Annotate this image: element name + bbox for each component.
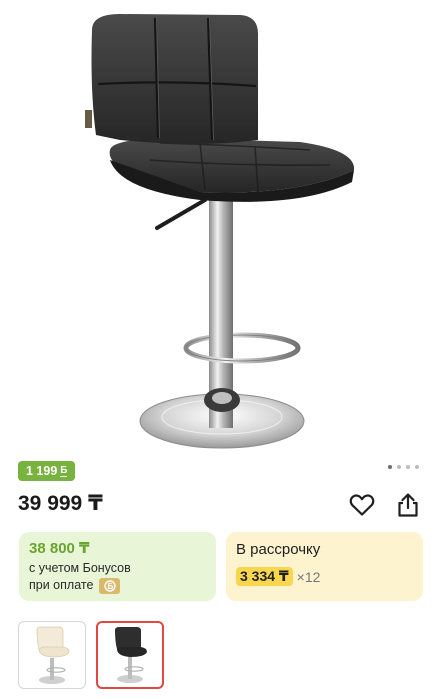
pager-dot <box>388 465 392 469</box>
gallery-pager <box>388 465 419 469</box>
pager-dot <box>397 465 401 469</box>
product-image <box>85 14 355 449</box>
thumbnail-white-chair[interactable] <box>18 621 86 689</box>
bonus-price: 38 800 ₸ <box>29 540 90 557</box>
product-price: 39 999 ₸ <box>18 492 103 515</box>
heart-icon <box>349 494 375 516</box>
pager-dot <box>406 465 410 469</box>
installment-card[interactable]: В рассрочку 3 334 ₸ ×12 <box>226 532 423 601</box>
bonus-chip: 1 199 Б <box>18 461 76 481</box>
installment-title: В рассрочку <box>236 541 321 558</box>
favorite-button[interactable] <box>348 491 376 519</box>
product-image-gallery[interactable] <box>0 0 442 455</box>
bonus-b-icon: Б <box>60 464 68 477</box>
bonus-amount: 1 199 <box>26 464 58 478</box>
share-icon <box>398 493 418 517</box>
bonus-coin-icon <box>99 577 121 594</box>
pager-dot <box>415 465 419 469</box>
bonus-text-line2: при оплате <box>29 578 94 592</box>
thumbnail-image <box>36 626 70 684</box>
bonus-price-card[interactable]: 38 800 ₸ с учетом Бонусов при оплате <box>19 532 216 601</box>
installment-amount: 3 334 ₸ <box>236 567 293 586</box>
share-button[interactable] <box>394 491 422 519</box>
thumbnail-black-chair[interactable] <box>96 621 164 689</box>
installment-multiplier: ×12 <box>296 568 321 585</box>
thumbnail-image <box>115 627 147 683</box>
bonus-text-line1: с учетом Бонусов <box>29 561 131 575</box>
